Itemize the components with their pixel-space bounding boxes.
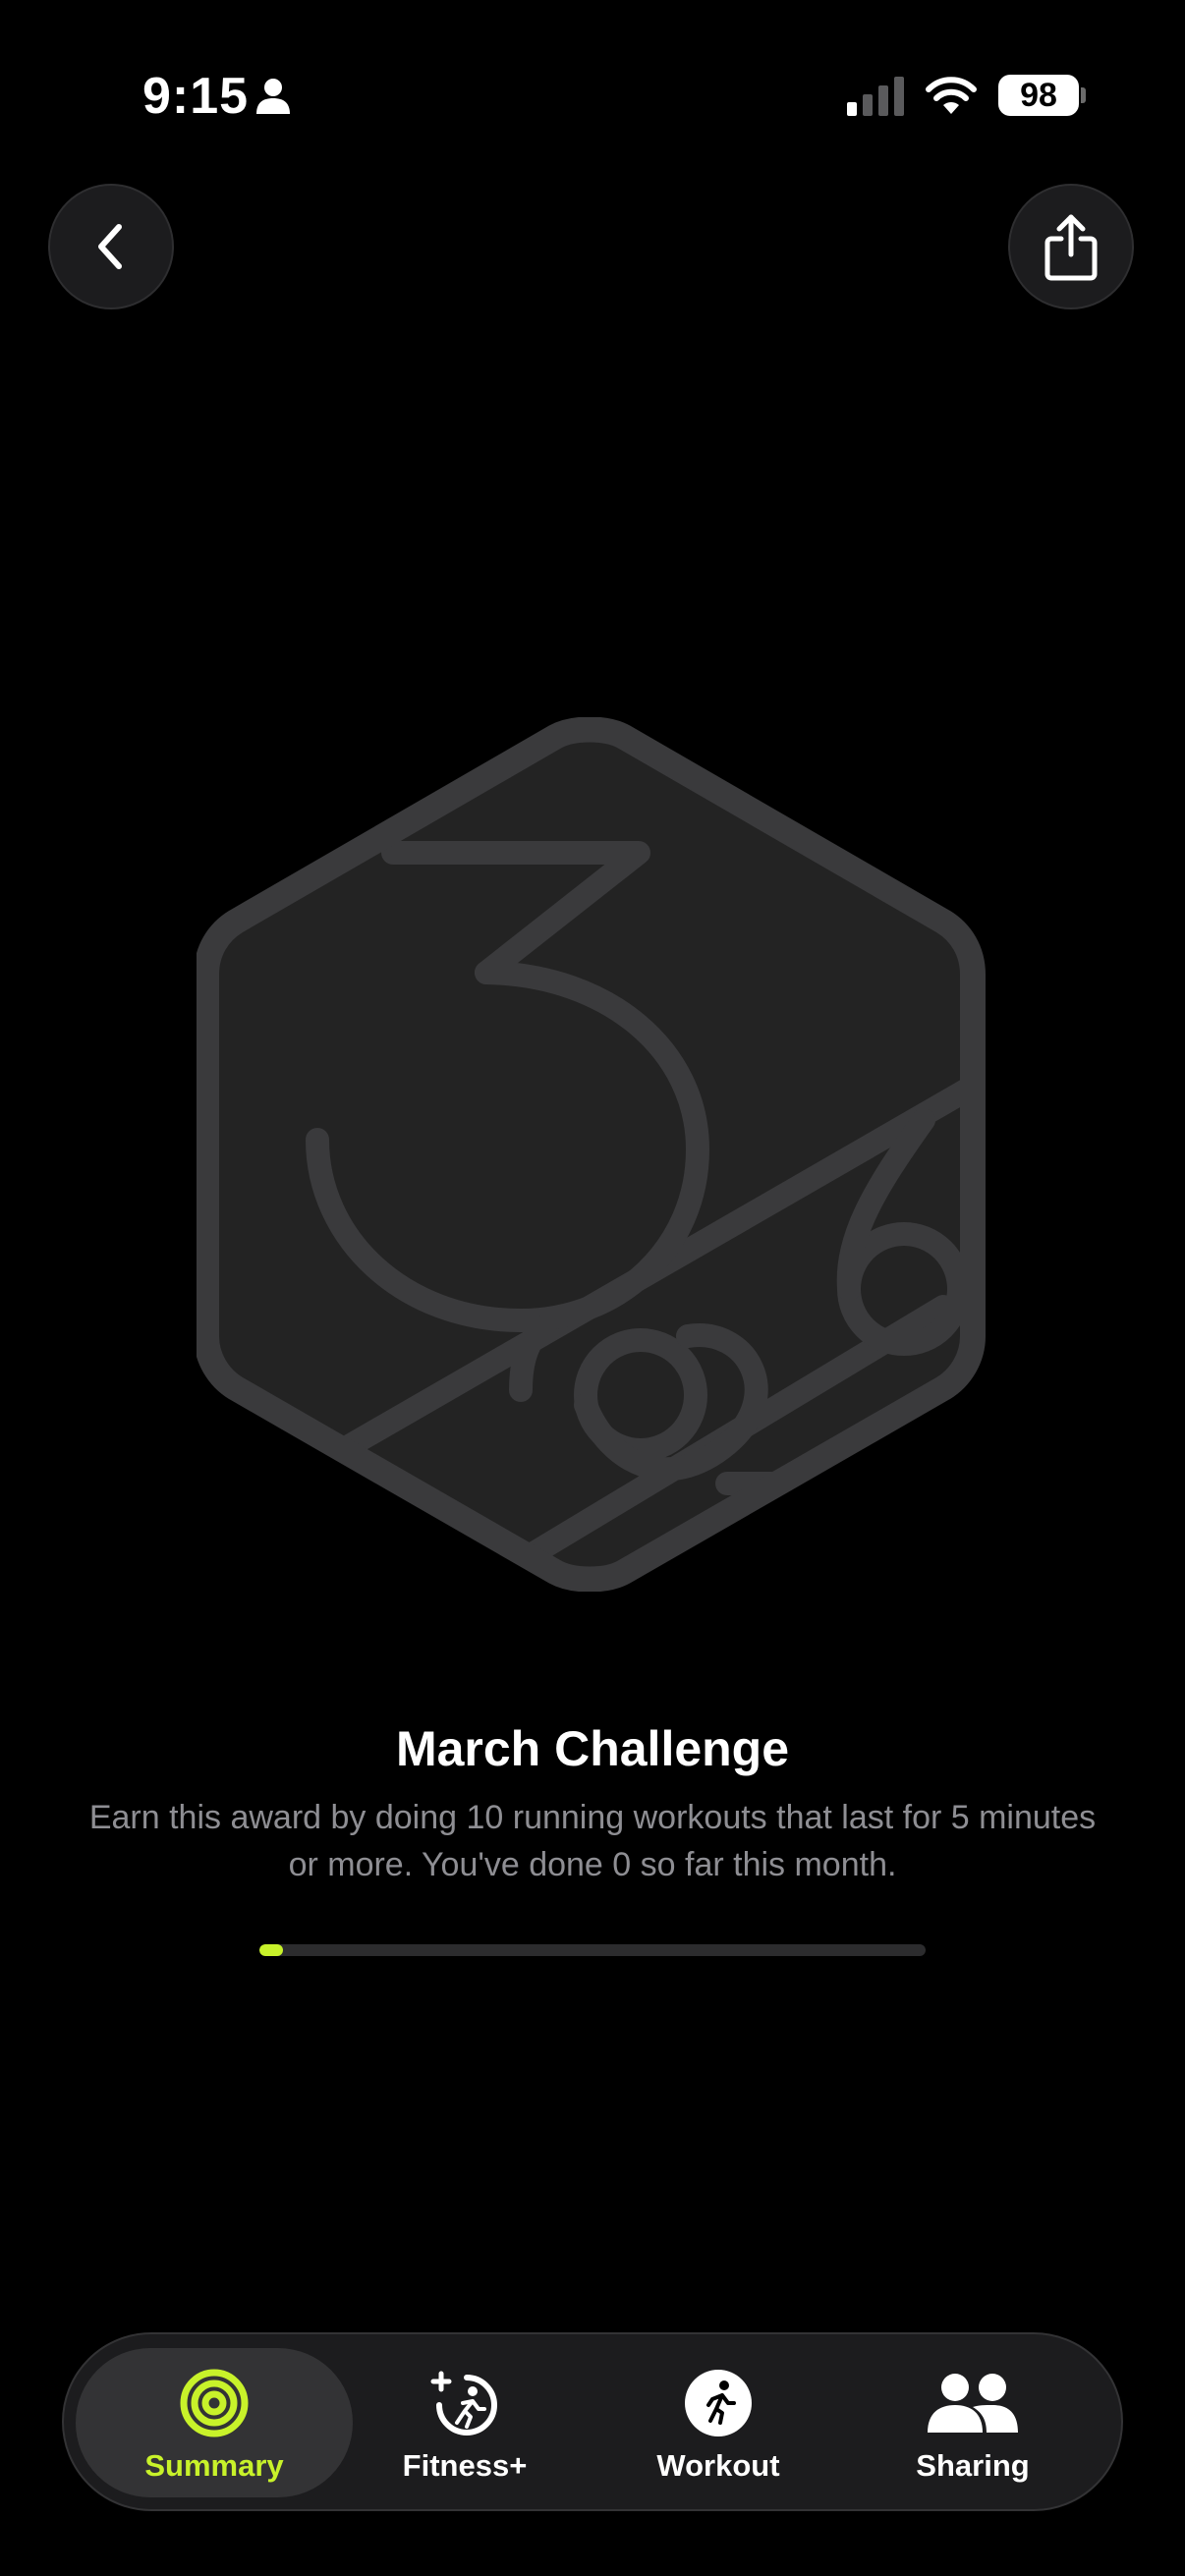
tab-fitness-plus-label: Fitness+	[402, 2448, 528, 2483]
chevron-left-icon	[98, 224, 122, 269]
tab-sharing[interactable]: Sharing	[850, 2348, 1096, 2497]
share-icon	[1044, 214, 1098, 281]
award-description: Earn this award by doing 10 running work…	[88, 1799, 1097, 1883]
award-title: March Challenge	[395, 1721, 790, 1776]
status-time: 9:15	[142, 68, 250, 125]
progress-fill	[259, 1944, 283, 1956]
activity-rings-icon	[180, 2369, 249, 2437]
fitness-plus-icon	[430, 2371, 497, 2436]
battery-icon: 98	[998, 75, 1079, 116]
progress-bar	[259, 1944, 926, 1956]
people-icon	[928, 2374, 1018, 2433]
march-2026-badge-icon	[197, 717, 986, 1592]
battery-cap	[1081, 87, 1086, 103]
tab-summary-label: Summary	[144, 2448, 284, 2483]
tab-bar: Summary Fitness+ Workout Sharing	[62, 2332, 1123, 2511]
back-button[interactable]	[48, 184, 174, 309]
tab-fitness-plus[interactable]: Fitness+	[342, 2348, 588, 2497]
tab-workout-label: Workout	[656, 2448, 780, 2483]
cellular-signal-icon	[847, 77, 904, 116]
wifi-icon	[926, 77, 977, 114]
share-button[interactable]	[1008, 184, 1134, 309]
person-icon	[256, 79, 290, 114]
tab-summary[interactable]: Summary	[76, 2348, 353, 2497]
tab-workout[interactable]: Workout	[595, 2348, 841, 2497]
tab-sharing-label: Sharing	[916, 2448, 1030, 2483]
running-figure-icon	[685, 2370, 752, 2436]
